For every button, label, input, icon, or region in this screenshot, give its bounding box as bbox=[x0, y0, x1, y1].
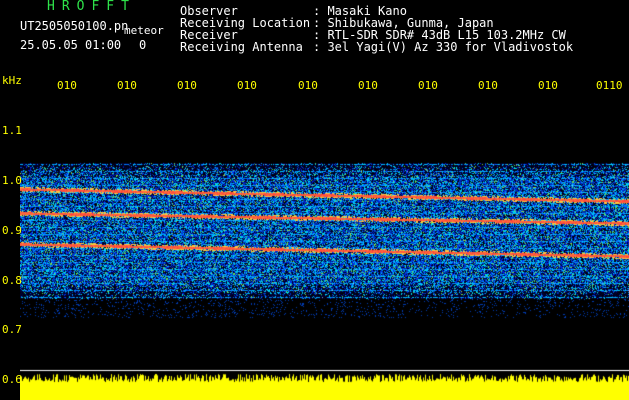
time-tick-label: 010 bbox=[57, 79, 77, 92]
freq-tick-label: 1.0 bbox=[2, 174, 22, 187]
time-tick-label: 010 bbox=[237, 79, 257, 92]
time-tick-label: 010 bbox=[358, 79, 378, 92]
freq-tick-label: 1.1 bbox=[2, 124, 22, 137]
antenna-value: : 3el Yagi(V) Az 330 for Vladivostok bbox=[313, 40, 574, 54]
time-tick-label: 010 bbox=[177, 79, 197, 92]
antenna-label: Receiving Antenna bbox=[180, 40, 303, 54]
file-extra: 0 bbox=[139, 38, 147, 52]
freq-tick-label: 0.9 bbox=[2, 224, 22, 237]
datetime: 25.05.05 01:00 bbox=[20, 38, 122, 52]
time-tick-label: 010 bbox=[478, 79, 498, 92]
app-title: HROFFT bbox=[47, 0, 136, 14]
freq-tick-label: 0.6 bbox=[2, 373, 22, 386]
freq-tick-label: 0.7 bbox=[2, 323, 22, 336]
time-tick-label: 0110 bbox=[596, 79, 623, 92]
time-tick-label: 010 bbox=[538, 79, 558, 92]
time-tick-label: 010 bbox=[418, 79, 438, 92]
time-tick-label: 010 bbox=[117, 79, 137, 92]
frequency-unit-label: kHz bbox=[2, 74, 22, 87]
time-tick-label: 010 bbox=[298, 79, 318, 92]
freq-tick-label: 0.8 bbox=[2, 274, 22, 287]
file-label: meteor bbox=[124, 24, 164, 37]
spectrogram-plot bbox=[20, 73, 629, 400]
filename: UT2505050100.pn bbox=[20, 19, 129, 33]
